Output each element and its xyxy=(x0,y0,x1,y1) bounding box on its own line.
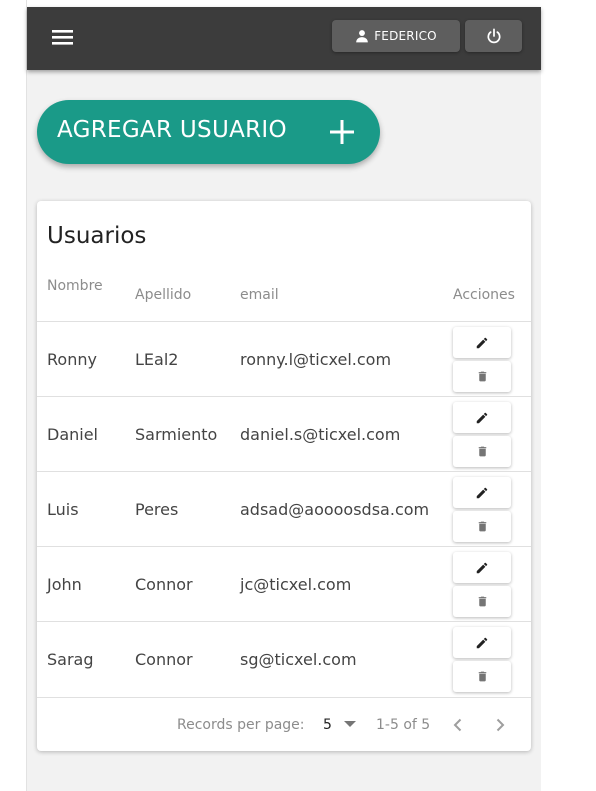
pencil-icon xyxy=(476,562,488,573)
cell-nombre: Sarag xyxy=(47,650,94,669)
trash-icon xyxy=(478,446,486,457)
records-per-page-label: Records per page: xyxy=(177,717,305,733)
trash-icon xyxy=(478,521,486,532)
cell-nombre: Daniel xyxy=(47,425,98,444)
users-table-card: Usuarios Nombre Apellido email Acciones … xyxy=(37,201,531,751)
app-container: FEDERICO AGREGAR USUARIO Usuarios Nombre… xyxy=(27,7,541,791)
delete-button[interactable] xyxy=(453,586,511,617)
table-row: John Connor jc@ticxel.com xyxy=(37,546,531,622)
delete-button[interactable] xyxy=(453,436,511,467)
logout-button[interactable] xyxy=(465,20,522,52)
edit-button[interactable] xyxy=(453,477,511,508)
menu-button[interactable] xyxy=(45,25,81,51)
cell-apellido: Peres xyxy=(135,500,179,519)
edit-button[interactable] xyxy=(453,627,511,658)
table-row: Sarag Connor sg@ticxel.com xyxy=(37,621,531,697)
cell-email: daniel.s@ticxel.com xyxy=(240,425,401,444)
cell-nombre: John xyxy=(47,575,82,594)
menu-icon xyxy=(52,30,73,45)
power-icon xyxy=(486,28,501,44)
app-bar: FEDERICO xyxy=(27,7,541,70)
table-row: Ronny LEal2 ronny.l@ticxel.com xyxy=(37,321,531,397)
cell-email: adsad@aoooosdsa.com xyxy=(240,500,430,519)
edit-button[interactable] xyxy=(453,552,511,583)
pencil-icon xyxy=(476,337,488,348)
records-per-page-select[interactable]: 5 xyxy=(323,717,332,733)
edit-button[interactable] xyxy=(453,402,511,433)
trash-icon xyxy=(478,596,486,607)
delete-button[interactable] xyxy=(453,511,511,542)
cell-email: sg@ticxel.com xyxy=(240,650,357,669)
table-pagination: Records per page: 5 1-5 of 5 xyxy=(37,697,531,752)
user-button[interactable]: FEDERICO xyxy=(332,20,460,52)
edit-button[interactable] xyxy=(453,327,511,358)
trash-icon xyxy=(478,371,486,382)
plus-icon xyxy=(330,120,354,144)
cell-nombre: Luis xyxy=(47,500,79,519)
column-header-acciones: Acciones xyxy=(453,287,515,303)
cell-email: jc@ticxel.com xyxy=(240,575,352,594)
next-page-button[interactable] xyxy=(490,715,510,735)
column-header-email[interactable]: email xyxy=(240,287,279,303)
table-title: Usuarios xyxy=(47,223,147,249)
user-name-label: FEDERICO xyxy=(374,29,437,43)
column-header-nombre[interactable]: Nombre xyxy=(47,278,103,294)
table-row: Daniel Sarmiento daniel.s@ticxel.com xyxy=(37,396,531,472)
previous-page-button[interactable] xyxy=(448,715,468,735)
cell-apellido: Connor xyxy=(135,575,193,594)
delete-button[interactable] xyxy=(453,361,511,392)
pencil-icon xyxy=(476,637,488,648)
cell-apellido: Sarmiento xyxy=(135,425,218,444)
person-icon xyxy=(356,30,369,43)
page-range-label: 1-5 of 5 xyxy=(376,717,431,733)
caret-down-icon[interactable] xyxy=(343,719,357,729)
cell-apellido: LEal2 xyxy=(135,350,179,369)
column-header-apellido[interactable]: Apellido xyxy=(135,287,191,303)
pencil-icon xyxy=(476,412,488,423)
cell-nombre: Ronny xyxy=(47,350,97,369)
pencil-icon xyxy=(476,487,488,498)
delete-button[interactable] xyxy=(453,661,511,692)
add-user-label: AGREGAR USUARIO xyxy=(57,117,287,143)
chevron-right-icon xyxy=(496,718,505,732)
cell-apellido: Connor xyxy=(135,650,193,669)
cell-email: ronny.l@ticxel.com xyxy=(240,350,392,369)
trash-icon xyxy=(478,671,486,682)
table-row: Luis Peres adsad@aoooosdsa.com xyxy=(37,471,531,547)
add-user-button[interactable]: AGREGAR USUARIO xyxy=(37,100,380,164)
chevron-left-icon xyxy=(453,718,462,732)
